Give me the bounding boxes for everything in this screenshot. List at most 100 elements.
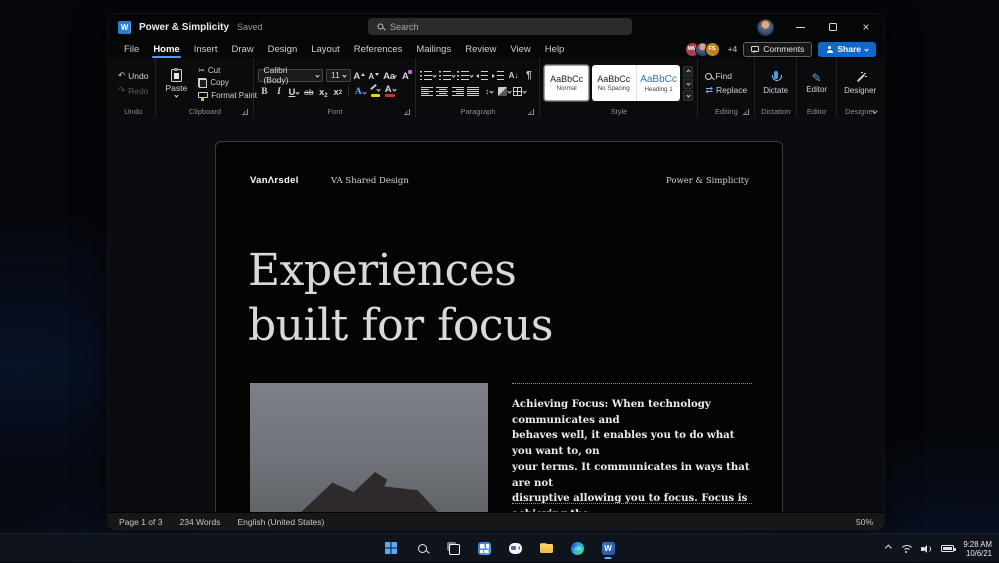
battery-icon[interactable] — [941, 545, 954, 552]
superscript-button[interactable]: x2 — [332, 85, 344, 98]
bold-button[interactable]: B — [258, 85, 270, 98]
tab-file[interactable]: File — [117, 40, 146, 58]
subscript-button[interactable]: x2 — [317, 85, 329, 98]
replace-button[interactable]: ⇄ Replace — [702, 84, 750, 96]
word-count[interactable]: 234 Words — [179, 517, 220, 527]
close-button[interactable]: × — [860, 21, 872, 33]
font-color-button[interactable]: A — [384, 85, 397, 98]
style-no-spacing[interactable]: AaBbCc No Spacing — [592, 65, 637, 101]
font-dialog-launcher[interactable] — [404, 109, 410, 115]
editing-group: Find ⇄ Replace Editing — [698, 58, 755, 117]
collaborator-avatars[interactable]: MM FS — [686, 43, 719, 56]
tab-design[interactable]: Design — [261, 40, 305, 58]
doc-headline: Experiences built for focus — [248, 243, 553, 353]
doc-image[interactable] — [250, 383, 488, 512]
find-button[interactable]: Find — [702, 70, 750, 82]
clock[interactable]: 9:28 AM 10/6/21 — [963, 540, 992, 558]
decrease-indent-button[interactable] — [476, 69, 489, 82]
justify-button[interactable] — [467, 85, 480, 98]
align-right-button[interactable] — [451, 85, 464, 98]
style-name: Heading 1 — [644, 86, 672, 93]
taskbar-search-button[interactable] — [410, 536, 434, 560]
tab-references[interactable]: References — [347, 40, 410, 58]
styles-scroll-down-button[interactable] — [683, 78, 693, 89]
align-left-button[interactable] — [420, 85, 433, 98]
wifi-icon[interactable] — [899, 544, 912, 553]
avatar-fs[interactable]: FS — [706, 43, 719, 56]
redo-icon: ↷ — [118, 85, 125, 96]
tab-help[interactable]: Help — [538, 40, 572, 58]
editor-button[interactable]: ✎ Editor — [801, 61, 832, 105]
designer-button[interactable]: Designer — [839, 61, 881, 105]
comments-button[interactable]: Comments — [743, 42, 812, 57]
borders-button[interactable] — [513, 85, 526, 98]
style-heading-1[interactable]: AaBbCc Heading 1 — [637, 65, 681, 101]
document-page[interactable]: VanΛrsdel VA Shared Design Power & Simpl… — [215, 141, 783, 512]
underline-button[interactable]: U — [287, 85, 300, 98]
cut-button[interactable]: ✂ Cut — [195, 65, 260, 76]
undo-button[interactable]: ↶ Undo — [115, 69, 151, 82]
doc-body-paragraph: Achieving Focus: When technology communi… — [512, 397, 755, 512]
language-indicator[interactable]: English (United States) — [237, 517, 324, 527]
tab-layout[interactable]: Layout — [304, 40, 347, 58]
font-family-combo[interactable]: Calibri (Body) — [258, 69, 323, 82]
increase-indent-button[interactable] — [491, 69, 504, 82]
comments-label: Comments — [763, 44, 804, 54]
user-avatar[interactable] — [758, 20, 773, 35]
page-indicator[interactable]: Page 1 of 3 — [119, 517, 162, 527]
clipboard-dialog-launcher[interactable] — [242, 109, 248, 115]
numbering-button[interactable] — [439, 69, 455, 82]
share-button[interactable]: Share — [818, 42, 876, 57]
search-box[interactable]: Search — [368, 18, 632, 35]
redo-button[interactable]: ↷ Redo — [115, 84, 151, 97]
tab-home[interactable]: Home — [146, 40, 186, 58]
chat-button[interactable] — [503, 536, 527, 560]
tab-review[interactable]: Review — [458, 40, 503, 58]
change-case-button[interactable]: Aa — [382, 69, 397, 82]
show-marks-button[interactable]: ¶ — [522, 69, 535, 82]
tray-overflow-chevron[interactable] — [885, 545, 891, 551]
tab-mailings[interactable]: Mailings — [409, 40, 458, 58]
format-painter-button[interactable]: Format Paint — [195, 90, 260, 102]
designer-group-label: Designer — [845, 107, 875, 116]
paragraph-dialog-launcher[interactable] — [528, 109, 534, 115]
style-name: No Spacing — [598, 85, 630, 92]
styles-more-button[interactable] — [683, 90, 693, 101]
highlight-button[interactable] — [369, 85, 381, 98]
copy-button[interactable]: Copy — [195, 77, 260, 89]
file-explorer-button[interactable] — [534, 536, 558, 560]
clear-formatting-button[interactable]: A — [399, 69, 411, 82]
widgets-button[interactable] — [472, 536, 496, 560]
font-size-combo[interactable]: 11 — [326, 69, 351, 82]
text-effects-button[interactable]: A — [354, 85, 367, 98]
styles-group: AaBbCc Normal AaBbCc No Spacing AaBbCc H… — [540, 58, 698, 117]
italic-button[interactable]: I — [273, 85, 285, 98]
editing-dialog-launcher[interactable] — [743, 109, 749, 115]
minimize-button[interactable] — [794, 21, 806, 33]
shading-button[interactable] — [498, 85, 511, 98]
tab-view[interactable]: View — [503, 40, 537, 58]
tab-insert[interactable]: Insert — [187, 40, 225, 58]
align-center-button[interactable] — [436, 85, 449, 98]
sort-button[interactable]: A↓ — [507, 69, 520, 82]
zoom-level[interactable]: 50% — [856, 517, 873, 527]
task-view-button[interactable] — [441, 536, 465, 560]
multilevel-list-button[interactable] — [457, 69, 473, 82]
dictate-button[interactable]: Dictate — [758, 61, 793, 105]
styles-scroll-up-button[interactable] — [683, 66, 693, 77]
shrink-font-button[interactable]: A — [368, 69, 380, 82]
avatar-overflow-count[interactable]: +4 — [728, 44, 738, 54]
style-normal[interactable]: AaBbCc Normal — [544, 65, 588, 101]
line-spacing-button[interactable]: ↕ — [482, 85, 495, 98]
tab-draw[interactable]: Draw — [224, 40, 260, 58]
bullets-button[interactable] — [420, 69, 436, 82]
volume-icon[interactable] — [921, 544, 932, 553]
start-button[interactable] — [379, 536, 403, 560]
edge-button[interactable] — [565, 536, 589, 560]
paste-button[interactable]: Paste — [160, 61, 192, 105]
maximize-button[interactable] — [827, 21, 839, 33]
word-taskbar-button[interactable]: W — [596, 536, 620, 560]
grow-font-button[interactable]: A — [353, 69, 365, 82]
strikethrough-button[interactable]: ab — [303, 85, 315, 98]
save-status[interactable]: Saved — [237, 22, 263, 32]
